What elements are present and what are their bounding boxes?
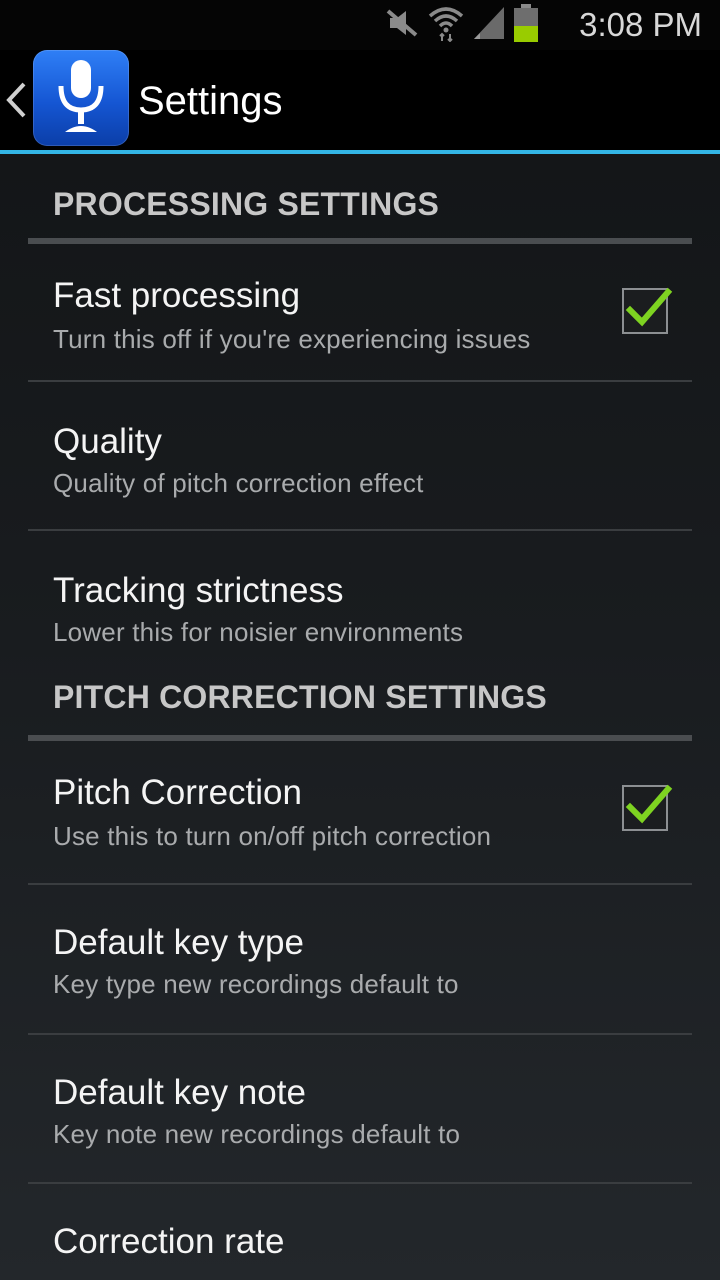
mute-icon [384, 5, 420, 46]
wifi-icon [428, 4, 464, 47]
checkmark-icon [625, 784, 673, 824]
pref-summary: Key type new recordings default to [53, 969, 459, 999]
status-time: 3:08 PM [579, 6, 702, 43]
pref-tracking-strictness[interactable]: Tracking strictness Lower this for noisi… [28, 531, 692, 677]
battery-icon [514, 3, 538, 47]
settings-screen: 3:08 PM Settings PROCESSING SETTINGS Fas… [0, 0, 720, 1280]
pref-default-key-type[interactable]: Default key type Key type new recordings… [28, 885, 692, 1035]
status-icons [384, 3, 538, 47]
category-title: PROCESSING SETTINGS [53, 186, 440, 222]
microphone-icon [51, 56, 111, 141]
pref-default-key-note[interactable]: Default key note Key note new recordings… [28, 1035, 692, 1184]
pref-pitch-correction[interactable]: Pitch Correction Use this to turn on/off… [28, 741, 692, 885]
category-processing-settings: PROCESSING SETTINGS [28, 154, 692, 244]
app-icon [33, 50, 129, 146]
page-title: Settings [138, 79, 283, 123]
chevron-left-icon [4, 81, 28, 124]
checkmark-icon [625, 287, 673, 327]
pref-correction-rate[interactable]: Correction rate [28, 1184, 692, 1264]
pref-title: Fast processing [53, 276, 301, 315]
pref-title: Pitch Correction [53, 773, 302, 812]
fast-processing-checkbox[interactable] [622, 287, 673, 334]
pref-summary: Turn this off if you're experiencing iss… [53, 324, 531, 354]
pref-title: Quality [53, 422, 162, 461]
pitch-correction-checkbox[interactable] [622, 784, 673, 831]
pref-summary: Use this to turn on/off pitch correction [53, 821, 492, 851]
pref-quality[interactable]: Quality Quality of pitch correction effe… [28, 382, 692, 531]
category-title: PITCH CORRECTION SETTINGS [53, 679, 547, 715]
signal-icon [472, 5, 506, 46]
pref-summary: Quality of pitch correction effect [53, 468, 424, 498]
pref-title: Default key note [53, 1073, 306, 1112]
status-bar: 3:08 PM [0, 0, 720, 50]
preference-list[interactable]: PROCESSING SETTINGS Fast processing Turn… [0, 154, 720, 1264]
pref-title: Default key type [53, 923, 304, 962]
pref-title: Tracking strictness [53, 571, 344, 610]
up-button[interactable] [0, 50, 135, 150]
pref-summary: Key note new recordings default to [53, 1119, 461, 1149]
pref-summary: Lower this for noisier environments [53, 617, 464, 647]
pref-title: Correction rate [53, 1222, 285, 1261]
pref-fast-processing[interactable]: Fast processing Turn this off if you're … [28, 244, 692, 382]
